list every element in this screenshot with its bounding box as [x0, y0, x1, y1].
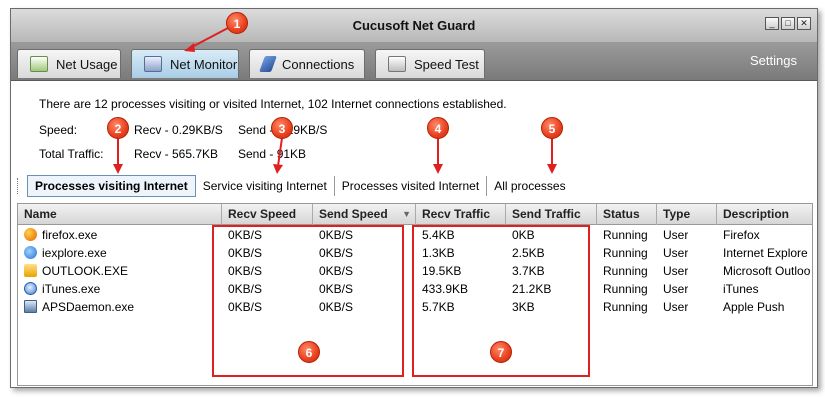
- cell-status: Running: [603, 300, 648, 314]
- cell-status: Running: [603, 246, 648, 260]
- table-header: Name Recv Speed Send Speed ▼ Recv Traffic…: [18, 204, 812, 225]
- speed-recv: Recv - 0.29KB/S: [134, 123, 223, 137]
- annotation-badge-5: 5: [541, 117, 563, 139]
- tab-connections[interactable]: Connections: [249, 49, 365, 78]
- annotation-badge-3: 3: [271, 117, 293, 139]
- cell-name: OUTLOOK.EXE: [42, 264, 129, 278]
- column-header-recv-speed[interactable]: Recv Speed: [222, 204, 313, 225]
- annotation-badge-1: 1: [226, 12, 248, 34]
- tab-net-monitor[interactable]: Net Monitor: [131, 49, 239, 78]
- cell-name: firefox.exe: [42, 228, 98, 242]
- column-header-send-traffic[interactable]: Send Traffic: [506, 204, 597, 225]
- tab-bar: Net Usage Net Monitor Connections Speed …: [11, 43, 817, 81]
- column-header-status[interactable]: Status: [597, 204, 657, 225]
- generic-app-icon: [24, 300, 37, 313]
- filter-all-processes[interactable]: All processes: [487, 176, 572, 196]
- tab-label: Net Usage: [56, 56, 118, 72]
- filter-processes-visiting[interactable]: Processes visiting Internet: [27, 175, 196, 197]
- sort-descending-icon: ▼: [402, 209, 411, 219]
- column-header-recv-traffic[interactable]: Recv Traffic: [416, 204, 506, 225]
- internet-explorer-icon: [24, 246, 37, 259]
- summary-text: There are 12 processes visiting or visit…: [39, 97, 507, 111]
- filter-processes-visited[interactable]: Processes visited Internet: [335, 176, 488, 196]
- column-header-send-speed[interactable]: Send Speed ▼: [313, 204, 416, 225]
- annotation-badge-6: 6: [298, 341, 320, 363]
- tab-net-usage[interactable]: Net Usage: [17, 49, 121, 78]
- toolbar-grip: [17, 178, 21, 194]
- traffic-row: Total Traffic: Recv - 565.7KB Send - 91KB: [39, 147, 306, 161]
- cell-description: Apple Push: [723, 300, 785, 314]
- cell-type: User: [663, 264, 689, 278]
- cell-type: User: [663, 246, 689, 260]
- annotation-badge-2: 2: [107, 117, 129, 139]
- column-header-type[interactable]: Type: [657, 204, 717, 225]
- connections-icon: [259, 56, 277, 72]
- column-header-description[interactable]: Description: [717, 204, 812, 225]
- traffic-label: Total Traffic:: [39, 147, 104, 161]
- tab-speed-test[interactable]: Speed Test: [375, 49, 485, 78]
- column-header-name[interactable]: Name: [18, 204, 222, 225]
- outlook-icon: [24, 264, 37, 277]
- cell-status: Running: [603, 228, 648, 242]
- cell-name: APSDaemon.exe: [42, 300, 135, 314]
- cell-description: Microsoft Outloo: [723, 264, 811, 278]
- tab-label: Net Monitor: [170, 56, 238, 72]
- filter-bar: Processes visiting Internet Service visi…: [17, 175, 573, 197]
- annotation-badge-4: 4: [427, 117, 449, 139]
- column-header-send-speed-label: Send Speed: [319, 207, 388, 221]
- cell-status: Running: [603, 282, 648, 296]
- minimize-button[interactable]: _: [765, 17, 779, 30]
- settings-link[interactable]: Settings: [750, 53, 797, 68]
- tab-label: Speed Test: [414, 56, 479, 72]
- cell-description: iTunes: [723, 282, 759, 296]
- cell-type: User: [663, 282, 689, 296]
- traffic-recv: Recv - 565.7KB: [134, 147, 219, 161]
- cell-status: Running: [603, 264, 648, 278]
- net-usage-icon: [30, 56, 48, 72]
- cell-description: Firefox: [723, 228, 760, 242]
- annotation-badge-7: 7: [490, 341, 512, 363]
- itunes-icon: [24, 282, 37, 295]
- cell-type: User: [663, 228, 689, 242]
- speed-test-icon: [388, 56, 406, 72]
- cell-description: Internet Explore: [723, 246, 808, 260]
- maximize-button[interactable]: □: [781, 17, 795, 30]
- firefox-icon: [24, 228, 37, 241]
- net-monitor-icon: [144, 56, 162, 72]
- traffic-send: Send - 91KB: [238, 147, 307, 161]
- close-button[interactable]: ✕: [797, 17, 811, 30]
- filter-service-visiting[interactable]: Service visiting Internet: [196, 176, 335, 196]
- cell-name: iexplore.exe: [42, 246, 107, 260]
- tab-label: Connections: [282, 56, 355, 72]
- cell-name: iTunes.exe: [42, 282, 101, 296]
- title-bar: Cucusoft Net Guard _ □ ✕: [11, 9, 817, 43]
- cell-type: User: [663, 300, 689, 314]
- window-title: Cucusoft Net Guard: [352, 18, 476, 33]
